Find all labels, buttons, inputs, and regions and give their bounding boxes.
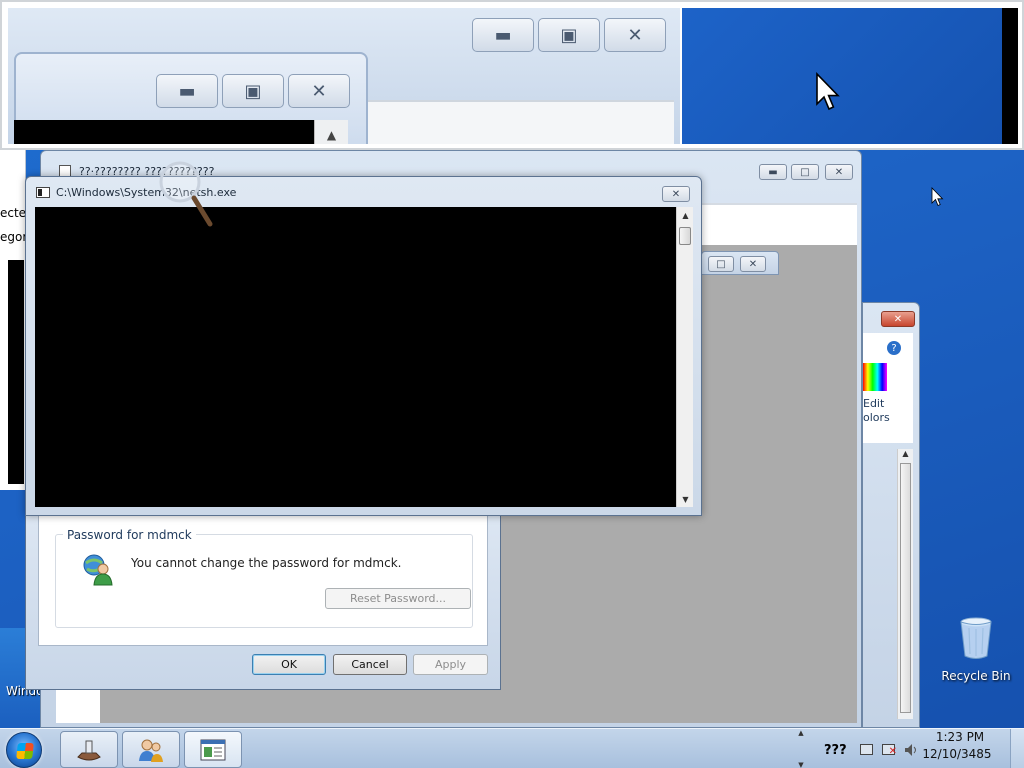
magnifier-view-right — [682, 8, 1018, 144]
show-desktop-button[interactable] — [1010, 729, 1024, 768]
password-group-label: Password for mdmck — [63, 528, 196, 542]
magnified-console — [14, 120, 314, 144]
clock-date[interactable]: 12/10/3485 — [922, 747, 992, 761]
scroll-thumb[interactable] — [900, 463, 911, 713]
apply-button[interactable]: Apply — [413, 654, 488, 675]
left-partial-window: ecte egor — [0, 150, 28, 260]
console-icon — [36, 187, 50, 198]
ok-button[interactable]: OK — [252, 654, 326, 675]
volume-icon[interactable] — [904, 743, 920, 757]
color-spectrum-icon — [863, 363, 887, 391]
edit-colors-label-1[interactable]: Edit — [863, 397, 884, 410]
console-scroll-down-icon[interactable]: ▼ — [677, 491, 694, 507]
magnified-maximize-icon: ▣ — [538, 18, 600, 52]
console-close-button[interactable]: ✕ — [662, 186, 690, 202]
scroll-up-icon[interactable]: ▲ — [898, 449, 913, 458]
user-globe-icon — [83, 554, 113, 586]
tray-action-center-icon[interactable] — [860, 744, 873, 755]
magnified-tab-area — [364, 100, 674, 144]
sub-window-caption[interactable]: □ ✕ — [701, 251, 779, 275]
bg-close-button[interactable]: ✕ — [825, 164, 853, 180]
cancel-button[interactable]: Cancel — [333, 654, 407, 675]
console-scroll-up-icon[interactable]: ▲ — [677, 207, 694, 223]
magnifier-lens-icon — [159, 161, 213, 227]
tray-scroll[interactable]: ▲ ▼ — [793, 729, 809, 768]
magnified-close-icon: ✕ — [604, 18, 666, 52]
console-scroll-thumb[interactable] — [679, 227, 691, 245]
color-window[interactable]: ✕ ? Edit olors ▲ — [862, 302, 920, 728]
help-icon[interactable]: ? — [887, 341, 901, 355]
magnifier-view-left: ▬ ▣ ✕ ▬ ▣ ✕ ▲ — [8, 8, 680, 144]
color-close-button[interactable]: ✕ — [881, 311, 915, 327]
taskbar-network-button[interactable] — [60, 731, 118, 768]
password-group — [55, 534, 473, 628]
language-indicator[interactable]: ??? — [824, 743, 847, 758]
recycle-bin-icon — [960, 617, 992, 659]
tray-scroll-up-icon[interactable]: ▲ — [798, 729, 803, 737]
recycle-bin[interactable]: Recycle Bin — [938, 616, 1014, 683]
mouse-cursor-icon — [931, 187, 944, 207]
color-scrollbar[interactable]: ▲ — [897, 449, 913, 719]
user-accounts-icon — [139, 739, 163, 762]
taskbar-control-panel-button[interactable] — [184, 731, 242, 768]
recycle-bin-label: Recycle Bin — [941, 669, 1011, 683]
magnified-close-icon-2: ✕ — [288, 74, 350, 108]
sub-close-button[interactable]: ✕ — [740, 256, 766, 272]
magnified-scroll-up-icon: ▲ — [314, 120, 348, 144]
console-output[interactable] — [35, 207, 676, 507]
dialog-content: Password for mdmck You cannot change the… — [38, 510, 488, 646]
magnifier-window: ▬ ▣ ✕ ▬ ▣ ✕ ▲ — [0, 0, 1024, 150]
start-button[interactable] — [6, 732, 42, 768]
left-text-1: ecte — [0, 206, 27, 220]
magnified-maximize-icon-2: ▣ — [222, 74, 284, 108]
control-panel-icon — [200, 739, 226, 760]
taskbar-users-button[interactable] — [122, 731, 180, 768]
left-black-strip — [8, 260, 24, 484]
network-share-icon — [77, 740, 101, 760]
reset-password-button[interactable]: Reset Password... — [325, 588, 471, 609]
sub-maximize-button[interactable]: □ — [708, 256, 734, 272]
clock-time[interactable]: 1:23 PM — [930, 730, 990, 744]
password-message: You cannot change the password for mdmck… — [131, 556, 402, 570]
magnified-edge — [1002, 8, 1018, 144]
color-panel: ? Edit olors — [863, 333, 913, 443]
tray-network-disconnected-icon[interactable]: ✕ — [882, 744, 897, 757]
console-scrollbar[interactable]: ▲ ▼ — [676, 207, 693, 507]
left-panel — [0, 260, 26, 490]
magnified-minimize-icon-2: ▬ — [156, 74, 218, 108]
netsh-console-window[interactable]: C:\Windows\System32\netsh.exe ✕ ▲ ▼ — [25, 176, 702, 516]
tray-scroll-down-icon[interactable]: ▼ — [798, 761, 803, 768]
edit-colors-label-2[interactable]: olors — [863, 411, 890, 424]
bg-minimize-button[interactable]: ▬ — [759, 164, 787, 180]
bg-tab-strip — [701, 203, 857, 245]
left-text-2: egor — [0, 230, 28, 244]
magnified-minimize-icon: ▬ — [472, 18, 534, 52]
bg-maximize-button[interactable]: □ — [791, 164, 819, 180]
user-properties-dialog[interactable]: Password for mdmck You cannot change the… — [25, 510, 501, 690]
magnified-cursor-icon — [816, 72, 840, 111]
taskbar: ▲ ▼ ??? ✕ 1:23 PM 12/10/3485 — [0, 728, 1024, 768]
